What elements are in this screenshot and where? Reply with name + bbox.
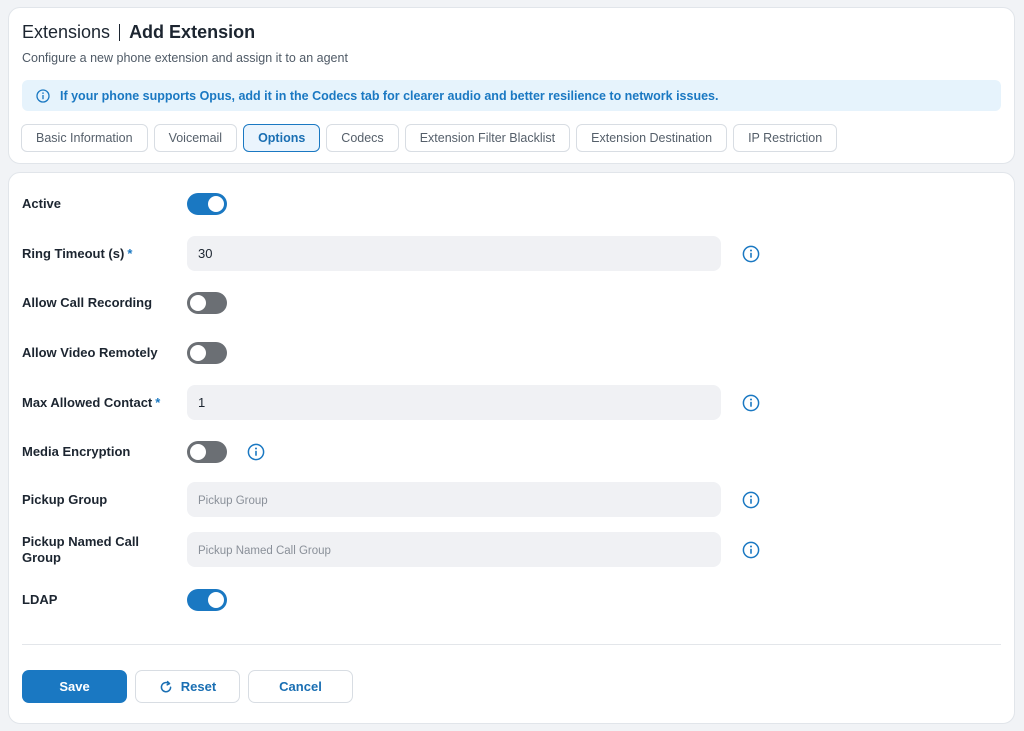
title-separator <box>119 24 121 41</box>
tab-codecs[interactable]: Codecs <box>326 124 399 152</box>
pickup-named-call-group-input[interactable] <box>187 532 721 567</box>
form-divider <box>22 644 1001 645</box>
refresh-icon <box>159 680 173 694</box>
toggle-knob <box>208 592 224 608</box>
ring-timeout-row: Ring Timeout (s) * <box>22 236 760 271</box>
tab-extension-destination[interactable]: Extension Destination <box>576 124 728 152</box>
allow-call-recording-toggle[interactable] <box>187 292 227 314</box>
tab-extension-filter-blacklist[interactable]: Extension Filter Blacklist <box>404 124 571 152</box>
media-encryption-row: Media Encryption <box>22 441 265 463</box>
pickup-named-call-group-row: Pickup Named Call Group <box>22 532 760 567</box>
tab-basic-information[interactable]: Basic Information <box>21 124 148 152</box>
pickup-named-call-group-label: Pickup Named Call Group <box>22 533 140 565</box>
ring-timeout-label-text: Ring Timeout (s) <box>22 245 125 261</box>
ldap-toggle[interactable] <box>187 589 227 611</box>
info-icon[interactable] <box>742 491 760 509</box>
ring-timeout-input[interactable] <box>187 236 721 271</box>
media-encryption-toggle[interactable] <box>187 441 227 463</box>
active-label: Active <box>22 196 62 211</box>
tab-options[interactable]: Options <box>243 124 321 152</box>
ldap-row: LDAP <box>22 589 227 611</box>
ldap-label: LDAP <box>22 592 58 607</box>
pickup-group-row: Pickup Group <box>22 482 760 517</box>
header-card: Extensions Add Extension Configure a new… <box>8 7 1015 164</box>
reset-button-label: Reset <box>180 679 217 694</box>
save-button[interactable]: Save <box>22 670 127 703</box>
active-toggle[interactable] <box>187 193 227 215</box>
allow-video-remotely-row: Allow Video Remotely <box>22 342 227 364</box>
info-icon[interactable] <box>742 245 760 263</box>
toggle-knob <box>208 196 224 212</box>
ring-timeout-label: Ring Timeout (s) * <box>22 246 187 262</box>
max-allowed-contact-label: Max Allowed Contact * <box>22 395 187 411</box>
allow-video-remotely-label: Allow Video Remotely <box>22 345 158 360</box>
required-mark: * <box>127 245 133 261</box>
max-allowed-contact-label-text: Max Allowed Contact <box>22 394 153 410</box>
toggle-knob <box>190 295 206 311</box>
info-circle-icon <box>36 88 50 103</box>
tab-ip-restriction[interactable]: IP Restriction <box>733 124 838 152</box>
pickup-group-input[interactable] <box>187 482 721 517</box>
info-icon[interactable] <box>742 394 760 412</box>
toggle-knob <box>190 444 206 460</box>
cancel-button[interactable]: Cancel <box>248 670 353 703</box>
page-title: Extensions Add Extension <box>22 22 255 43</box>
pickup-group-label: Pickup Group <box>22 491 108 507</box>
info-icon[interactable] <box>742 541 760 559</box>
allow-call-recording-label: Allow Call Recording <box>22 295 153 310</box>
tab-voicemail[interactable]: Voicemail <box>153 124 238 152</box>
allow-call-recording-row: Allow Call Recording <box>22 292 227 314</box>
max-allowed-contact-input[interactable] <box>187 385 721 420</box>
notice-text: If your phone supports Opus, add it in t… <box>60 88 719 103</box>
page-heading: Add Extension <box>129 22 256 42</box>
media-encryption-label: Media Encryption <box>22 444 131 459</box>
options-form-card: Active Ring Timeout (s)* Allow Call Reco… <box>8 172 1015 724</box>
max-allowed-contact-row: Max Allowed Contact * <box>22 385 760 420</box>
active-row: Active <box>22 193 227 215</box>
info-icon[interactable] <box>247 443 265 461</box>
reset-button[interactable]: Reset <box>135 670 240 703</box>
opus-notice-banner: If your phone supports Opus, add it in t… <box>22 80 1001 111</box>
breadcrumb-extensions[interactable]: Extensions <box>22 22 110 43</box>
extension-tabs: Basic Information Voicemail Options Code… <box>21 124 838 152</box>
allow-video-remotely-toggle[interactable] <box>187 342 227 364</box>
page-subtitle: Configure a new phone extension and assi… <box>22 51 348 65</box>
toggle-knob <box>190 345 206 361</box>
required-mark: * <box>155 394 161 410</box>
